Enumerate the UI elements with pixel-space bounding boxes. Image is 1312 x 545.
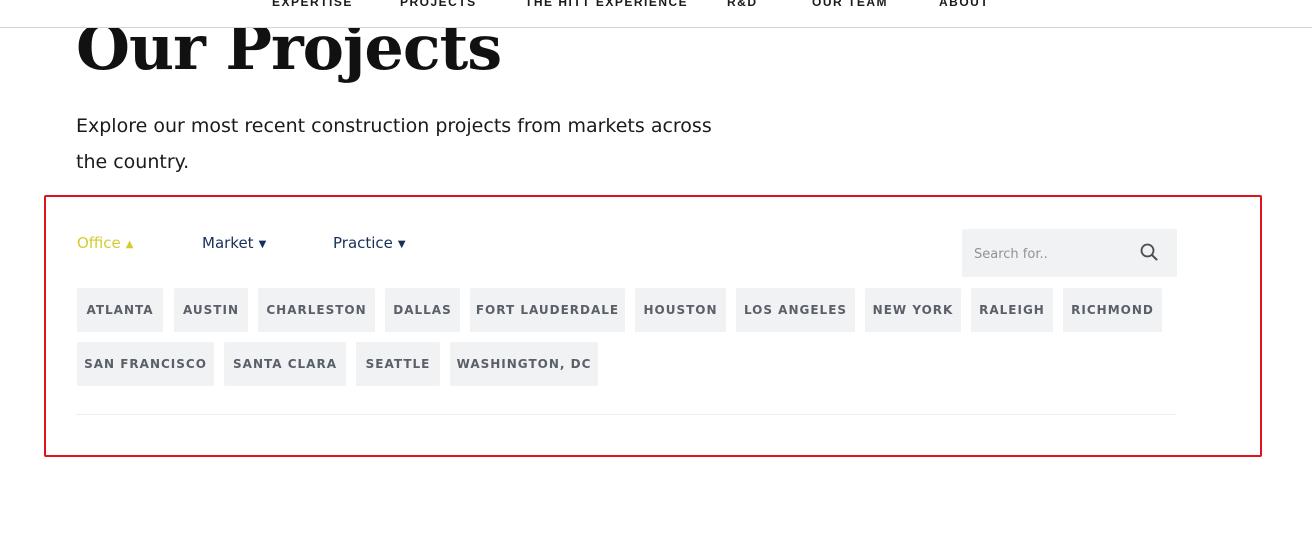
nav-item-hitt-experience[interactable]: THE HITT EXPERIENCE [525,0,688,9]
nav-item-our-team[interactable]: OUR TEAM [812,0,888,9]
tab-office[interactable]: Office ▲ [77,233,134,256]
office-tag-los-angeles[interactable]: LOS ANGELES [736,288,855,332]
tab-practice-label: Practice [333,234,393,252]
office-tag-raleigh[interactable]: RALEIGH [971,288,1053,332]
office-tag-houston[interactable]: HOUSTON [635,288,726,332]
section-divider [76,414,1176,415]
top-navigation: EXPERTISE PROJECTS THE HITT EXPERIENCE R… [0,0,1312,28]
nav-item-expertise[interactable]: EXPERTISE [272,0,353,9]
nav-item-rd[interactable]: R&D [727,0,758,9]
tab-practice[interactable]: Practice ▼ [333,233,406,256]
search-input[interactable] [972,241,1136,267]
nav-item-projects[interactable]: PROJECTS [400,0,477,9]
search-icon[interactable] [1139,242,1159,262]
office-tag-richmond[interactable]: RICHMOND [1063,288,1162,332]
office-tag-charleston[interactable]: CHARLESTON [258,288,375,332]
nav-item-about[interactable]: ABOUT [939,0,989,9]
office-tag-atlanta[interactable]: ATLANTA [77,288,163,332]
page-intro: Explore our most recent construction pro… [76,115,712,173]
caret-down-icon: ▼ [258,239,267,250]
office-tag-seattle[interactable]: SEATTLE [356,342,440,386]
caret-up-icon: ▲ [125,239,134,250]
office-tag-san-francisco[interactable]: SAN FRANCISCO [77,342,214,386]
caret-down-icon: ▼ [397,239,406,250]
tab-market-label: Market [202,234,254,252]
office-tag-new-york[interactable]: NEW YORK [865,288,961,332]
office-tag-austin[interactable]: AUSTIN [174,288,248,332]
office-tag-washington-dc[interactable]: WASHINGTON, DC [450,342,598,386]
office-tag-santa-clara[interactable]: SANTA CLARA [224,342,346,386]
tab-market[interactable]: Market ▼ [202,233,266,256]
office-tag-dallas[interactable]: DALLAS [385,288,460,332]
tab-office-label: Office [77,234,121,252]
office-tag-fort-lauderdale[interactable]: FORT LAUDERDALE [470,288,625,332]
